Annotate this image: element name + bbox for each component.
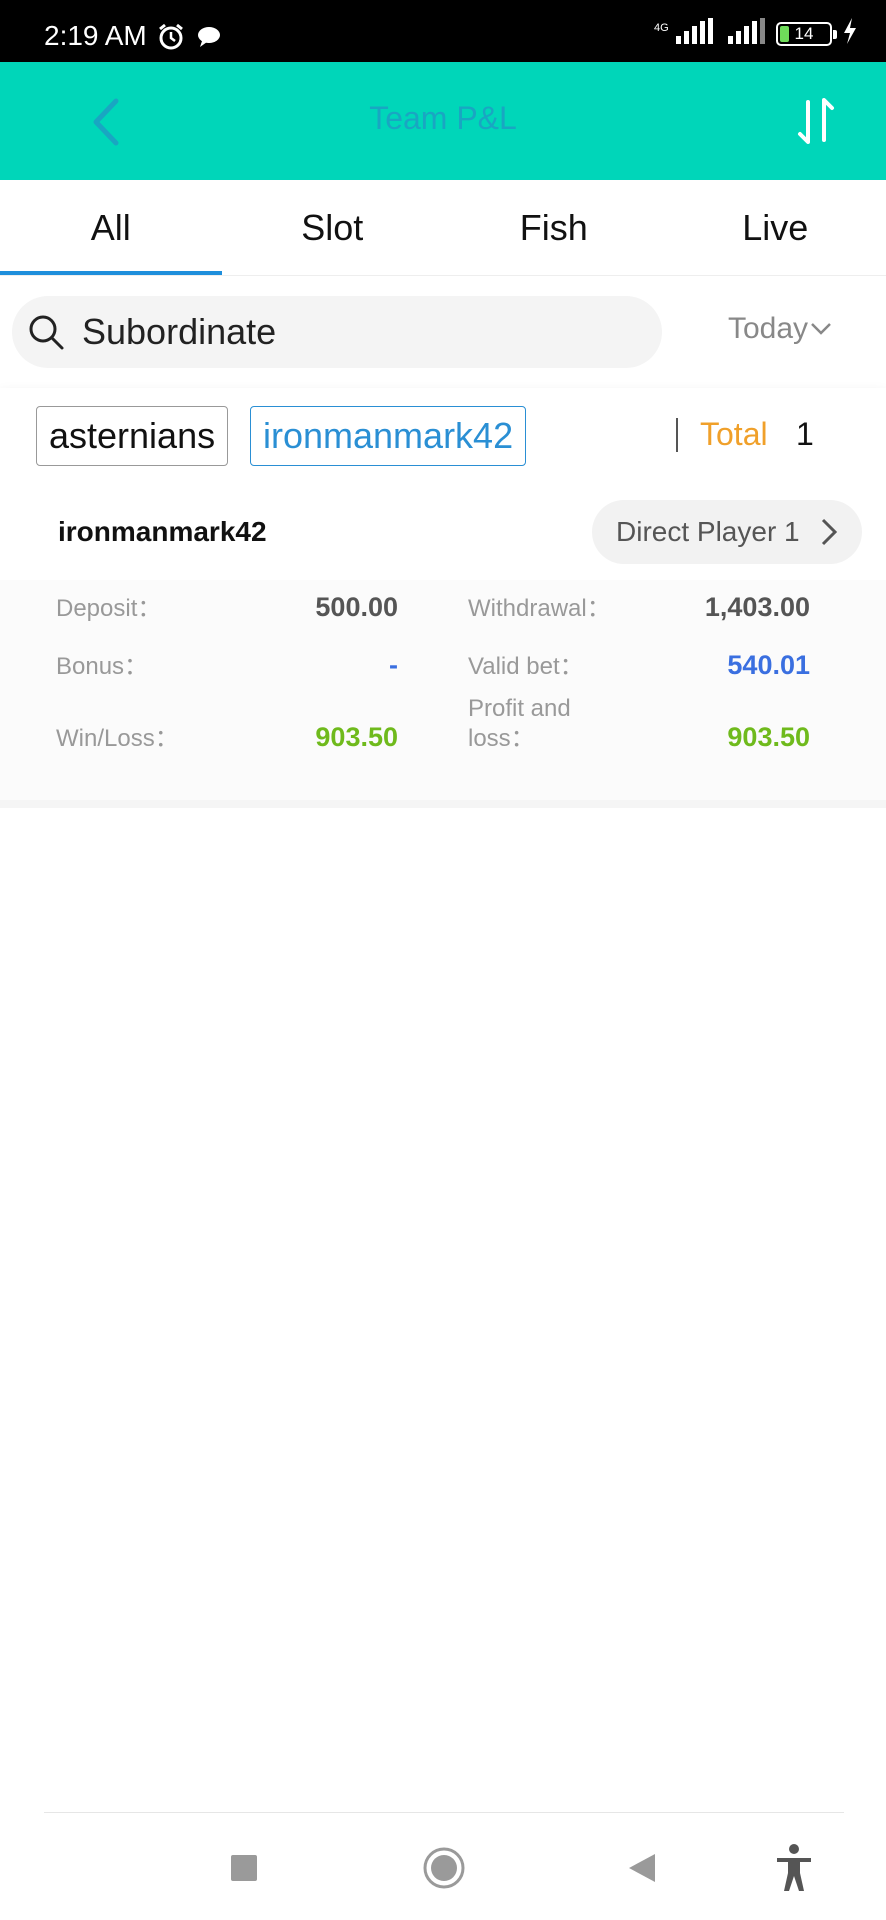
search-box[interactable] [12,296,662,368]
nav-divider [44,1812,844,1813]
deposit-value: 500.00 [315,592,398,622]
pnl-value: 903.50 [727,722,810,752]
bonus-value: - [389,650,398,680]
signal-icon-2 [726,18,766,49]
date-filter-label: Today [728,312,809,345]
app-header: Team P&L [0,62,886,180]
battery-icon: 14 [776,21,837,46]
breadcrumb-item-asternians[interactable]: asternians [36,406,229,466]
withdrawal-label: Withdrawal： [468,595,611,622]
winloss-value: 903.50 [315,722,398,752]
page-title: Team P&L [369,100,517,136]
tab-bar: All Slot Fish Live [0,180,886,276]
deposit-label: Deposit： [56,595,162,622]
breadcrumb-item-current[interactable]: ironmanmark42 [250,406,527,466]
date-filter-dropdown[interactable]: Today [728,312,832,346]
winloss-label: Win/Loss： [56,725,179,752]
sort-button[interactable] [786,90,846,152]
direct-player-button[interactable]: Direct Player 1 [592,500,862,564]
battery-level: 14 [794,23,814,43]
circle-home-icon [423,1847,465,1889]
accessibility-icon [777,1844,811,1891]
valid-bet-label: Valid bet： [468,653,584,680]
network-type: 4G [654,22,669,34]
accessibility-button[interactable] [764,1840,824,1896]
status-left-icons [156,22,222,57]
player-name: ironmanmark42 [58,516,267,547]
valid-bet-value: 540.01 [727,650,810,680]
bonus-label: Bonus： [56,653,149,680]
total-value: 1 [796,416,814,452]
total-label: Total [700,416,768,452]
triangle-back-icon [629,1854,655,1882]
square-recents-icon [231,1855,257,1881]
tab-live[interactable]: Live [665,180,886,275]
chevron-down-icon [811,323,831,335]
tab-all[interactable]: All [0,180,222,275]
back-nav-button[interactable] [612,1840,672,1896]
search-icon [26,312,66,352]
alarm-icon [156,22,186,57]
status-right-icons: 14 [672,18,858,49]
tab-slot[interactable]: Slot [222,180,444,275]
status-bar: 2:19 AM 4G 14 [0,0,886,62]
chevron-right-icon [821,518,838,546]
withdrawal-value: 1,403.00 [704,592,810,622]
chat-bubble-icon [196,25,222,54]
player-card: ironmanmark42 Direct Player 1 Deposit： 5… [0,484,886,808]
breadcrumb: asternians ironmanmark42 Total 1 [0,388,886,484]
direct-player-label: Direct Player 1 [616,516,800,547]
player-stats: Deposit： 500.00 Withdrawal： 1,403.00 Bon… [0,580,886,800]
sort-arrows-icon [798,98,834,144]
search-input[interactable] [82,311,622,353]
home-button[interactable] [414,1840,474,1896]
recents-button[interactable] [214,1840,274,1896]
charging-icon [842,18,858,49]
total-divider [676,418,678,452]
tab-fish[interactable]: Fish [443,180,665,275]
pnl-label-line2: loss： [468,725,535,752]
pnl-label-line1: Profit and [468,695,571,722]
status-time: 2:19 AM [44,20,147,51]
signal-icon [672,18,716,49]
